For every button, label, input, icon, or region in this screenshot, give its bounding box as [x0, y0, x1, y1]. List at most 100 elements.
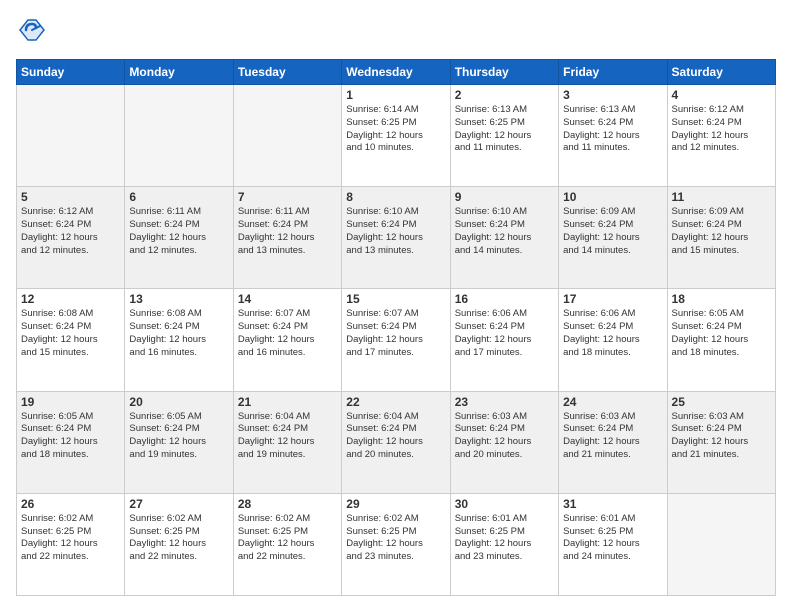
calendar-cell: 6 Sunrise: 6:11 AM Sunset: 6:24 PM Daylig…	[125, 187, 233, 289]
calendar-cell: 26 Sunrise: 6:02 AM Sunset: 6:25 PM Dayli…	[17, 493, 125, 595]
day-number: 13	[129, 292, 228, 306]
day-number: 16	[455, 292, 554, 306]
calendar-cell: 27Sunrise: 6:02 AM Sunset: 6:25 PM Dayli…	[125, 493, 233, 595]
weekday-row: SundayMondayTuesdayWednesdayThursdayFrid…	[17, 60, 776, 85]
cell-content: Sunrise: 6:05 AM Sunset: 6:24 PM Dayligh…	[21, 411, 120, 462]
cell-content: Sunrise: 6:04 AM Sunset: 6:24 PM Dayligh…	[238, 411, 337, 462]
calendar-table: SundayMondayTuesdayWednesdayThursdayFrid…	[16, 59, 776, 596]
day-number: 17	[563, 292, 662, 306]
day-number: 5	[21, 190, 120, 204]
weekday-header-monday: Monday	[125, 60, 233, 85]
calendar-cell: 28 Sunrise: 6:02 AM Sunset: 6:25 PM Dayli…	[233, 493, 341, 595]
day-number: 11	[672, 190, 771, 204]
calendar-cell: 3 Sunrise: 6:13 AM Sunset: 6:24 PM Daylig…	[559, 85, 667, 187]
day-number: 7	[238, 190, 337, 204]
calendar-cell: 23 Sunrise: 6:03 AM Sunset: 6:24 PM Dayli…	[450, 391, 558, 493]
day-number: 6	[129, 190, 228, 204]
cell-content: Sunrise: 6:11 AM Sunset: 6:24 PM Dayligh…	[129, 206, 228, 257]
cell-content: Sunrise: 6:02 AM Sunset: 6:25 PM Dayligh…	[21, 513, 120, 564]
calendar-cell: 8 Sunrise: 6:10 AM Sunset: 6:24 PM Daylig…	[342, 187, 450, 289]
day-number: 8	[346, 190, 445, 204]
calendar-cell: 25 Sunrise: 6:03 AM Sunset: 6:24 PM Dayli…	[667, 391, 775, 493]
day-number: 24	[563, 395, 662, 409]
day-number: 19	[21, 395, 120, 409]
cell-content: Sunrise: 6:11 AM Sunset: 6:24 PM Dayligh…	[238, 206, 337, 257]
calendar-cell: 1Sunrise: 6:14 AM Sunset: 6:25 PM Daylig…	[342, 85, 450, 187]
cell-content: Sunrise: 6:01 AM Sunset: 6:25 PM Dayligh…	[455, 513, 554, 564]
day-number: 12	[21, 292, 120, 306]
cell-content: Sunrise: 6:08 AM Sunset: 6:24 PM Dayligh…	[129, 308, 228, 359]
calendar-cell: 29Sunrise: 6:02 AM Sunset: 6:25 PM Dayli…	[342, 493, 450, 595]
weekday-header-friday: Friday	[559, 60, 667, 85]
calendar-week-5: 26 Sunrise: 6:02 AM Sunset: 6:25 PM Dayli…	[17, 493, 776, 595]
day-number: 29	[346, 497, 445, 511]
weekday-header-sunday: Sunday	[17, 60, 125, 85]
logo-icon	[18, 16, 46, 44]
day-number: 21	[238, 395, 337, 409]
day-number: 26	[21, 497, 120, 511]
calendar-cell: 30 Sunrise: 6:01 AM Sunset: 6:25 PM Dayli…	[450, 493, 558, 595]
header	[16, 16, 776, 49]
day-number: 4	[672, 88, 771, 102]
day-number: 28	[238, 497, 337, 511]
cell-content: Sunrise: 6:07 AM Sunset: 6:24 PM Dayligh…	[346, 308, 445, 359]
cell-content: Sunrise: 6:02 AM Sunset: 6:25 PM Dayligh…	[238, 513, 337, 564]
calendar-body: 1Sunrise: 6:14 AM Sunset: 6:25 PM Daylig…	[17, 85, 776, 596]
day-number: 23	[455, 395, 554, 409]
weekday-header-saturday: Saturday	[667, 60, 775, 85]
calendar-week-3: 12 Sunrise: 6:08 AM Sunset: 6:24 PM Dayli…	[17, 289, 776, 391]
calendar-week-1: 1Sunrise: 6:14 AM Sunset: 6:25 PM Daylig…	[17, 85, 776, 187]
cell-content: Sunrise: 6:06 AM Sunset: 6:24 PM Dayligh…	[563, 308, 662, 359]
calendar-cell: 5 Sunrise: 6:12 AM Sunset: 6:24 PM Daylig…	[17, 187, 125, 289]
cell-content: Sunrise: 6:08 AM Sunset: 6:24 PM Dayligh…	[21, 308, 120, 359]
calendar-cell: 31Sunrise: 6:01 AM Sunset: 6:25 PM Dayli…	[559, 493, 667, 595]
calendar-week-4: 19 Sunrise: 6:05 AM Sunset: 6:24 PM Dayli…	[17, 391, 776, 493]
cell-content: Sunrise: 6:09 AM Sunset: 6:24 PM Dayligh…	[563, 206, 662, 257]
day-number: 2	[455, 88, 554, 102]
cell-content: Sunrise: 6:10 AM Sunset: 6:24 PM Dayligh…	[455, 206, 554, 257]
day-number: 31	[563, 497, 662, 511]
cell-content: Sunrise: 6:10 AM Sunset: 6:24 PM Dayligh…	[346, 206, 445, 257]
calendar-cell: 15 Sunrise: 6:07 AM Sunset: 6:24 PM Dayli…	[342, 289, 450, 391]
day-number: 3	[563, 88, 662, 102]
cell-content: Sunrise: 6:09 AM Sunset: 6:24 PM Dayligh…	[672, 206, 771, 257]
calendar-cell: 12 Sunrise: 6:08 AM Sunset: 6:24 PM Dayli…	[17, 289, 125, 391]
calendar-cell: 18Sunrise: 6:05 AM Sunset: 6:24 PM Dayli…	[667, 289, 775, 391]
cell-content: Sunrise: 6:03 AM Sunset: 6:24 PM Dayligh…	[563, 411, 662, 462]
day-number: 15	[346, 292, 445, 306]
cell-content: Sunrise: 6:03 AM Sunset: 6:24 PM Dayligh…	[455, 411, 554, 462]
calendar-cell: 22 Sunrise: 6:04 AM Sunset: 6:24 PM Dayli…	[342, 391, 450, 493]
calendar-cell	[667, 493, 775, 595]
calendar-week-2: 5 Sunrise: 6:12 AM Sunset: 6:24 PM Daylig…	[17, 187, 776, 289]
calendar-cell: 17 Sunrise: 6:06 AM Sunset: 6:24 PM Dayli…	[559, 289, 667, 391]
day-number: 1	[346, 88, 445, 102]
cell-content: Sunrise: 6:06 AM Sunset: 6:24 PM Dayligh…	[455, 308, 554, 359]
calendar-header: SundayMondayTuesdayWednesdayThursdayFrid…	[17, 60, 776, 85]
day-number: 27	[129, 497, 228, 511]
weekday-header-tuesday: Tuesday	[233, 60, 341, 85]
cell-content: Sunrise: 6:05 AM Sunset: 6:24 PM Dayligh…	[672, 308, 771, 359]
day-number: 9	[455, 190, 554, 204]
logo	[16, 16, 48, 49]
calendar-cell	[17, 85, 125, 187]
calendar-cell: 13 Sunrise: 6:08 AM Sunset: 6:24 PM Dayli…	[125, 289, 233, 391]
day-number: 10	[563, 190, 662, 204]
calendar-cell: 14Sunrise: 6:07 AM Sunset: 6:24 PM Dayli…	[233, 289, 341, 391]
cell-content: Sunrise: 6:07 AM Sunset: 6:24 PM Dayligh…	[238, 308, 337, 359]
day-number: 22	[346, 395, 445, 409]
calendar-cell: 20Sunrise: 6:05 AM Sunset: 6:24 PM Dayli…	[125, 391, 233, 493]
day-number: 30	[455, 497, 554, 511]
calendar-cell: 24 Sunrise: 6:03 AM Sunset: 6:24 PM Dayli…	[559, 391, 667, 493]
calendar-cell	[233, 85, 341, 187]
cell-content: Sunrise: 6:12 AM Sunset: 6:24 PM Dayligh…	[21, 206, 120, 257]
calendar-cell: 16 Sunrise: 6:06 AM Sunset: 6:24 PM Dayli…	[450, 289, 558, 391]
calendar-cell: 10 Sunrise: 6:09 AM Sunset: 6:24 PM Dayli…	[559, 187, 667, 289]
page: SundayMondayTuesdayWednesdayThursdayFrid…	[0, 0, 792, 612]
cell-content: Sunrise: 6:03 AM Sunset: 6:24 PM Dayligh…	[672, 411, 771, 462]
cell-content: Sunrise: 6:13 AM Sunset: 6:24 PM Dayligh…	[563, 104, 662, 155]
day-number: 25	[672, 395, 771, 409]
cell-content: Sunrise: 6:13 AM Sunset: 6:25 PM Dayligh…	[455, 104, 554, 155]
cell-content: Sunrise: 6:04 AM Sunset: 6:24 PM Dayligh…	[346, 411, 445, 462]
calendar-cell: 11 Sunrise: 6:09 AM Sunset: 6:24 PM Dayli…	[667, 187, 775, 289]
calendar-cell: 4Sunrise: 6:12 AM Sunset: 6:24 PM Daylig…	[667, 85, 775, 187]
